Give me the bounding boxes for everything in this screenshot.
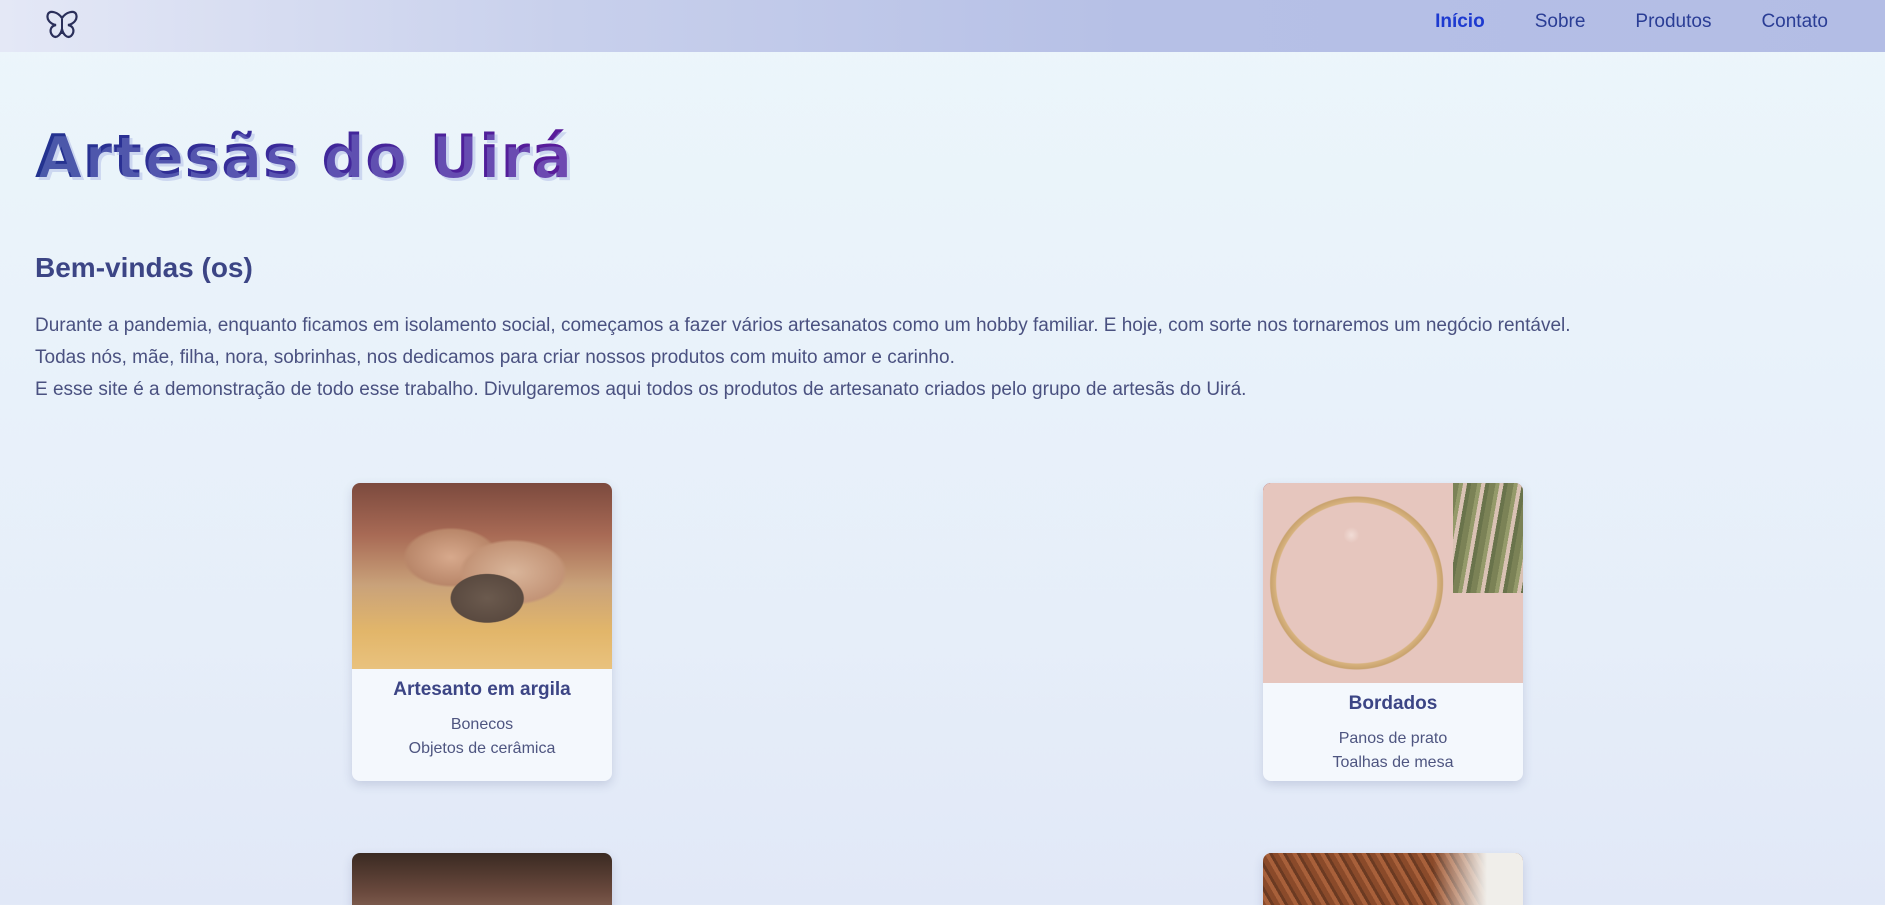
card-body: Bordados Panos de prato Toalhas de mesa	[1263, 683, 1523, 775]
welcome-heading: Bem-vindas (os)	[35, 252, 253, 283]
nav-sobre-link[interactable]: Sobre	[1535, 11, 1586, 33]
intro-paragraph: Durante a pandemia, enquanto ficamos em …	[35, 315, 1571, 336]
page-title: Artesãs do Uirá	[35, 122, 573, 192]
card-title: Artesanto em argila	[393, 679, 571, 700]
product-card-third[interactable]	[352, 853, 612, 905]
craft-photo	[352, 853, 612, 905]
product-card-clay[interactable]: Artesanto em argila Bonecos Objetos de c…	[352, 483, 612, 781]
product-card-fourth[interactable]	[1263, 853, 1523, 905]
product-card-embroidery[interactable]: Bordados Panos de prato Toalhas de mesa	[1263, 483, 1523, 781]
card-body: Artesanto em argila Bonecos Objetos de c…	[352, 669, 612, 761]
nav-produtos-link[interactable]: Produtos	[1635, 11, 1711, 33]
card-item: Bonecos	[450, 716, 514, 733]
butterfly-icon[interactable]	[44, 10, 80, 40]
card-item: Panos de prato	[1338, 730, 1448, 747]
clay-hands-photo	[352, 483, 612, 669]
card-item: Toalhas de mesa	[1332, 754, 1454, 771]
nav-contato-link[interactable]: Contato	[1761, 11, 1828, 33]
nav-inicio-link[interactable]: Início	[1435, 11, 1485, 33]
embroidery-hoop-photo	[1263, 483, 1523, 683]
knitting-photo	[1263, 853, 1523, 905]
intro-text: Durante a pandemia, enquanto ficamos em …	[35, 310, 1635, 406]
intro-paragraph: E esse site é a demonstração de todo ess…	[35, 379, 1247, 400]
card-title: Bordados	[1348, 693, 1438, 714]
intro-paragraph: Todas nós, mãe, filha, nora, sobrinhas, …	[35, 347, 955, 368]
top-navbar: Início Sobre Produtos Contato	[0, 0, 1885, 52]
main-nav: Início Sobre Produtos Contato	[1435, 0, 1828, 44]
card-item: Objetos de cerâmica	[408, 740, 556, 757]
